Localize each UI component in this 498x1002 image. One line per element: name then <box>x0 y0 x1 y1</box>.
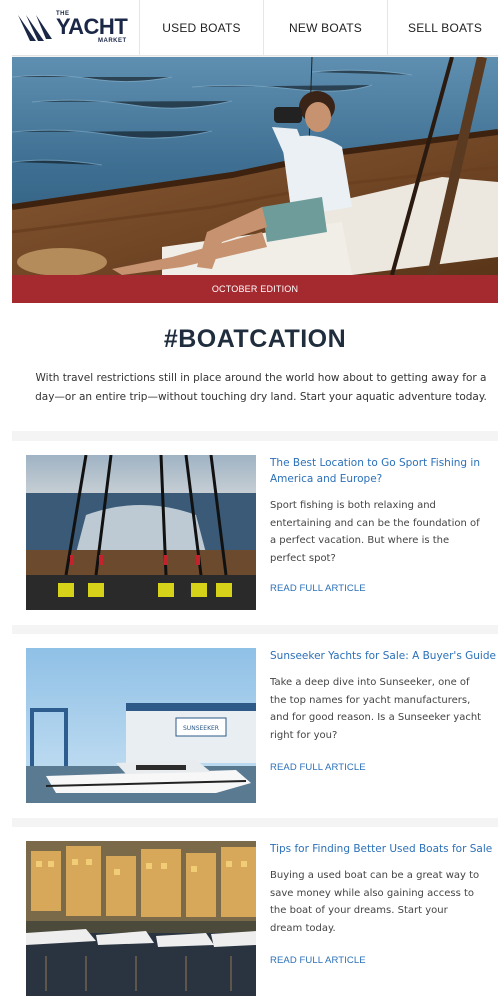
email-frame: THE YACHT MARKET USED BOATS NEW BOATS SE… <box>12 0 498 1002</box>
read-full-article-link[interactable]: READ FULL ARTICLE <box>270 955 366 966</box>
article-summary: Take a deep dive into Sunseeker, one of … <box>270 674 498 744</box>
article-title[interactable]: Tips for Finding Better Used Boats for S… <box>270 841 498 857</box>
intro-line-2: day—or an entire trip—without touching d… <box>35 391 487 403</box>
summary-line: entertaining and can be the foundation o… <box>270 517 480 529</box>
nav-new-boats[interactable]: NEW BOATS <box>264 0 388 56</box>
page-title: #BOATCATION <box>163 325 347 353</box>
summary-line: Sport fishing is both relaxing and <box>270 500 436 511</box>
summary-line: the top names for yacht manufacturers, <box>270 694 471 706</box>
logo-yacht: YACHT <box>56 14 128 39</box>
edition-banner: OCTOBER EDITION <box>12 275 498 303</box>
article-summary: Sport fishing is both relaxing and enter… <box>270 497 498 567</box>
article-thumbnail-fishing[interactable] <box>26 455 256 610</box>
article-summary: Buying a used boat can be a great way to… <box>270 867 498 937</box>
article-thumbnail-sunseeker[interactable]: SUNSEEKER <box>26 648 256 803</box>
read-full-article-link[interactable]: READ FULL ARTICLE <box>270 583 366 594</box>
summary-line: Buying a used boat can be a great way to <box>270 870 480 881</box>
sunseeker-sign: SUNSEEKER <box>183 725 219 732</box>
summary-line: the boat of your dreams. Start your <box>270 905 448 916</box>
nav-sell-boats[interactable]: SELL BOATS <box>388 0 498 56</box>
article-card: The Best Location to Go Sport Fishing in… <box>12 441 498 625</box>
article-card: SUNSEEKER Sunseeker Yachts for Sale: A B… <box>12 634 498 818</box>
hero-image[interactable] <box>12 57 498 275</box>
summary-line: and for good reason. Is a Sunseeker yach… <box>270 712 482 723</box>
read-full-article-link[interactable]: READ FULL ARTICLE <box>270 762 366 773</box>
article-title-line[interactable]: The Best Location to Go Sport Fishing in <box>270 455 498 471</box>
article-title-line[interactable]: America and Europe? <box>270 471 498 487</box>
intro-line-1: With travel restrictions still in place … <box>35 372 487 384</box>
yacht-market-logo[interactable]: THE YACHT MARKET <box>12 0 140 56</box>
article-card: Tips for Finding Better Used Boats for S… <box>12 827 498 1002</box>
summary-line: a perfect vacation. But where is the <box>270 535 450 546</box>
sail-logo-icon <box>18 15 52 41</box>
summary-line: dream today. <box>270 922 336 934</box>
logo-market: MARKET <box>98 38 127 44</box>
article-title[interactable]: Sunseeker Yachts for Sale: A Buyer's Gui… <box>270 648 498 664</box>
summary-line: right for you? <box>270 729 338 741</box>
article-thumbnail-harbor[interactable] <box>26 841 256 996</box>
article-title[interactable]: The Best Location to Go Sport Fishing in… <box>270 455 498 487</box>
nav-used-boats[interactable]: USED BOATS <box>140 0 264 56</box>
summary-line: save money while also gaining access to <box>270 887 474 899</box>
top-nav: THE YACHT MARKET USED BOATS NEW BOATS SE… <box>12 0 498 56</box>
summary-line: Take a deep dive into Sunseeker, one of <box>270 677 470 688</box>
summary-line: perfect spot? <box>270 552 336 564</box>
intro-section: #BOATCATION With travel restrictions sti… <box>12 303 498 431</box>
intro-text: With travel restrictions still in place … <box>12 369 498 407</box>
